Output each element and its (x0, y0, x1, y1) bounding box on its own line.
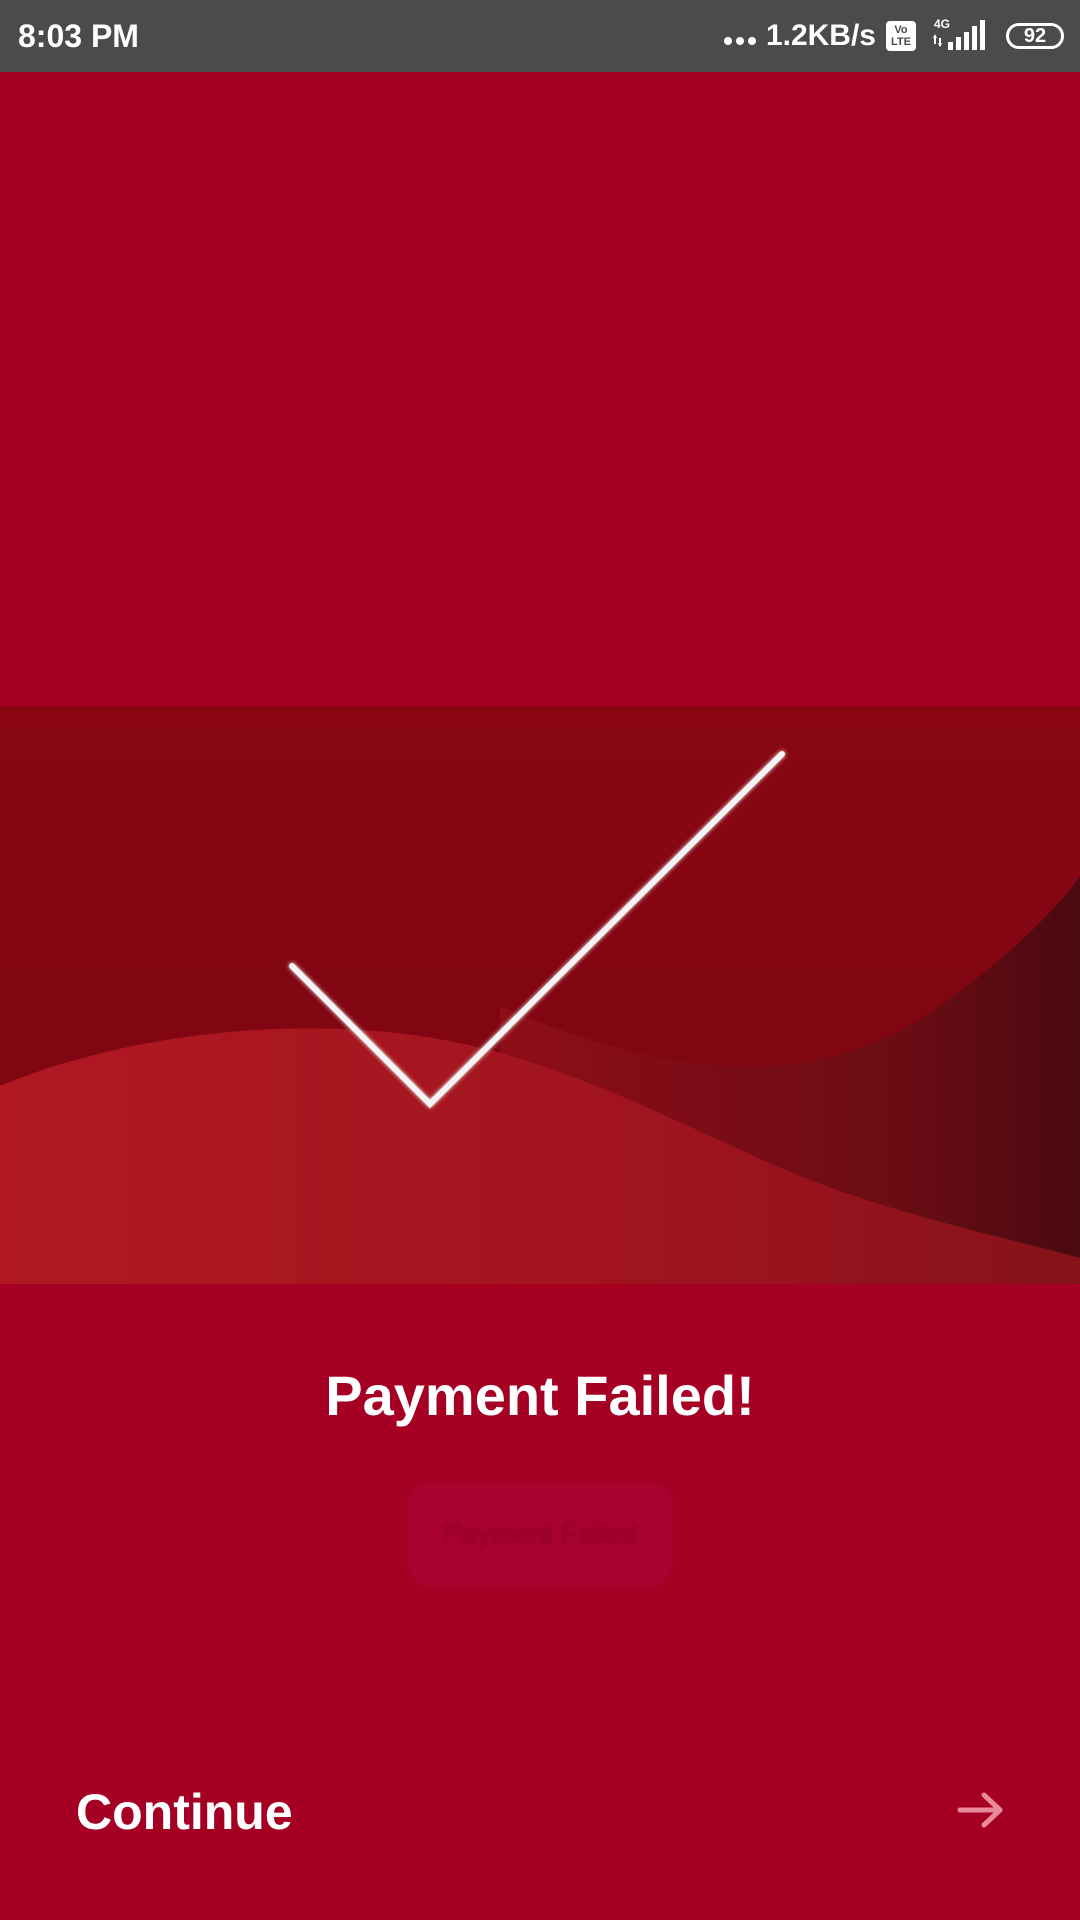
status-time: 8:03 PM (18, 18, 139, 54)
hero-banner (0, 706, 1080, 1284)
volte-icon: Vo LTE (886, 21, 916, 51)
arrow-right-icon[interactable] (956, 1790, 1006, 1830)
more-notifications-icon (723, 27, 760, 45)
network-speed: 1.2KB/s (765, 19, 876, 52)
continue-button[interactable]: Continue (76, 1782, 293, 1842)
payment-status-button[interactable]: Payment Failed (408, 1482, 672, 1586)
network-type: 4G (934, 17, 951, 31)
page-title: Payment Failed! (325, 1364, 755, 1427)
screen: 8:03 PM 1.2KB/s Vo LTE 4G 92 Payment Fai… (0, 0, 1080, 1920)
battery-icon: 92 (1006, 23, 1064, 49)
status-bar: 8:03 PM 1.2KB/s Vo LTE 4G 92 (0, 0, 1080, 72)
status-icons: 1.2KB/s Vo LTE 4G 92 (723, 14, 1064, 58)
signal-strength-icon: 4G (930, 16, 990, 56)
